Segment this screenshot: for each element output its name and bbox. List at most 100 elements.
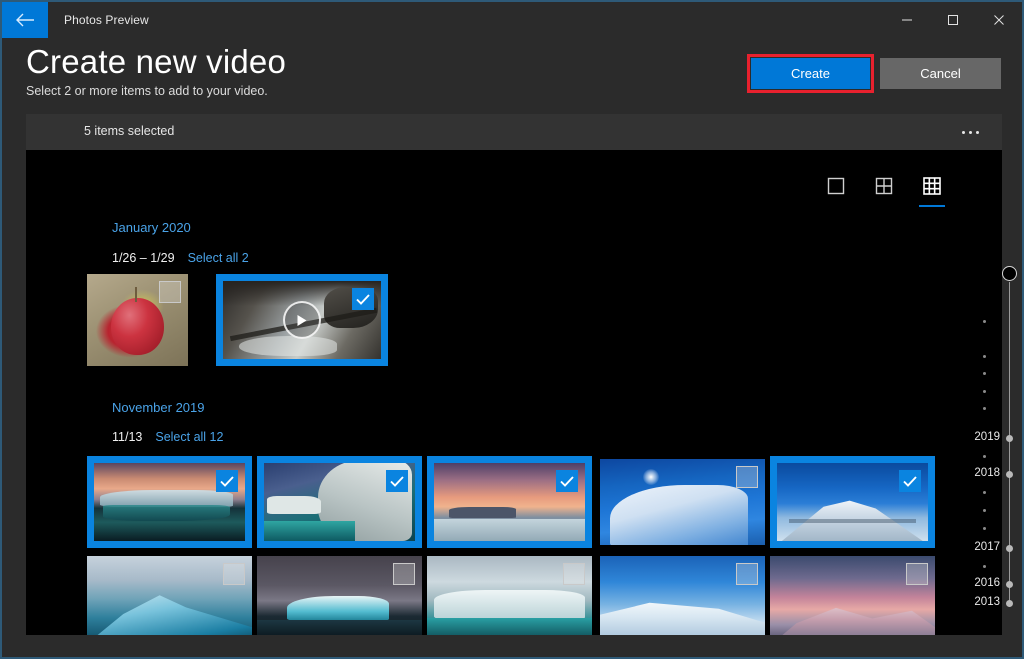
selection-checkbox[interactable] (386, 470, 408, 492)
app-title: Photos Preview (64, 13, 149, 27)
minimize-icon (902, 19, 912, 21)
play-icon (297, 314, 307, 326)
timeline-tick (983, 372, 986, 375)
view-toggle-large[interactable] (820, 170, 852, 202)
section-daterow-november-2019: 11/13 Select all 12 (112, 430, 223, 444)
selection-checkbox[interactable] (906, 563, 928, 585)
page-subtitle: Select 2 or more items to add to your vi… (26, 84, 268, 98)
section-daterow-january-2020: 1/26 – 1/29 Select all 2 (112, 251, 249, 265)
photo-thumbnail[interactable] (600, 459, 765, 545)
checkmark-icon (220, 475, 234, 487)
minimize-button[interactable] (884, 2, 930, 38)
thumbnail-image (427, 556, 592, 635)
thumbnail-image (600, 556, 765, 635)
photo-thumbnail[interactable] (600, 556, 765, 635)
timeline-tick (983, 407, 986, 410)
view-toggle-small[interactable] (916, 170, 948, 207)
photo-thumbnail[interactable] (770, 456, 935, 548)
more-options-button[interactable] (952, 114, 988, 150)
photo-thumbnail[interactable] (87, 274, 188, 366)
selection-checkbox[interactable] (159, 281, 181, 303)
back-button[interactable] (2, 2, 48, 38)
selection-count-label: 5 items selected (84, 124, 175, 138)
timeline-tick (983, 320, 986, 323)
section-header-january-2020[interactable]: January 2020 (112, 220, 191, 235)
selection-bar: 5 items selected (26, 114, 1002, 150)
timeline-track (1009, 282, 1010, 607)
cancel-button[interactable]: Cancel (880, 58, 1001, 89)
back-arrow-icon (16, 13, 34, 27)
thumbnail-image (264, 463, 415, 541)
timeline-tick (983, 509, 986, 512)
select-all-link-january[interactable]: Select all 2 (188, 251, 249, 265)
thumbnail-image (87, 274, 188, 366)
thumbnail-image (87, 556, 252, 635)
thumbnail-image (770, 556, 935, 635)
thumbnail-image (94, 463, 245, 541)
photo-thumbnail[interactable] (257, 556, 422, 635)
play-button-overlay[interactable] (283, 301, 321, 339)
photo-thumbnail[interactable] (770, 556, 935, 635)
create-button[interactable]: Create (751, 58, 870, 89)
timeline-year-label[interactable]: 2016 (974, 577, 1000, 589)
timeline-year-dot (1006, 545, 1013, 552)
checkmark-icon (356, 293, 370, 305)
timeline-year-label[interactable]: 2017 (974, 541, 1000, 553)
selection-checkbox[interactable] (223, 563, 245, 585)
selection-checkbox[interactable] (736, 563, 758, 585)
timeline-year-label[interactable]: 2019 (974, 431, 1000, 443)
view-toggle-medium[interactable] (868, 170, 900, 202)
section-header-november-2019[interactable]: November 2019 (112, 400, 205, 415)
timeline-year-dot (1006, 581, 1013, 588)
window-controls (884, 2, 1022, 38)
timeline-year-dot (1006, 600, 1013, 607)
photo-thumbnail[interactable] (257, 456, 422, 548)
page-header: Create new video Select 2 or more items … (2, 38, 1022, 114)
photo-thumbnail[interactable] (87, 556, 252, 635)
timeline-tick (983, 355, 986, 358)
video-thumbnail[interactable] (216, 274, 388, 366)
selection-checkbox[interactable] (556, 470, 578, 492)
active-view-indicator (919, 205, 945, 207)
close-button[interactable] (976, 2, 1022, 38)
timeline-scrollbar[interactable]: 2019 2018 2017 2016 2013 (974, 150, 1022, 635)
timeline-year-label[interactable]: 2018 (974, 467, 1000, 479)
maximize-icon (948, 15, 958, 25)
timeline-tick (983, 565, 986, 568)
ellipsis-icon (961, 130, 979, 134)
timeline-year-label[interactable]: 2013 (974, 596, 1000, 608)
maximize-button[interactable] (930, 2, 976, 38)
thumbnail-image (600, 459, 765, 545)
selection-checkbox[interactable] (563, 563, 585, 585)
timeline-tick (983, 527, 986, 530)
medium-grid-icon (875, 177, 893, 195)
checkmark-icon (390, 475, 404, 487)
thumbnail-image (434, 463, 585, 541)
selection-checkbox[interactable] (899, 470, 921, 492)
selection-checkbox[interactable] (216, 470, 238, 492)
single-square-icon (827, 177, 845, 195)
selection-checkbox[interactable] (352, 288, 374, 310)
checkmark-icon (560, 475, 574, 487)
thumbnail-image (257, 556, 422, 635)
select-all-link-november[interactable]: Select all 12 (155, 430, 223, 444)
timeline-year-dot (1006, 435, 1013, 442)
timeline-year-dot (1006, 471, 1013, 478)
thumbnail-image (223, 281, 381, 359)
page-title: Create new video (26, 43, 287, 80)
timeline-handle-icon[interactable] (1002, 266, 1017, 281)
selection-checkbox[interactable] (736, 466, 758, 488)
title-bar: Photos Preview (2, 2, 1022, 38)
photo-thumbnail[interactable] (87, 456, 252, 548)
date-range-label: 11/13 (112, 430, 143, 444)
photos-preview-window: Photos Preview Create new video Select 2… (0, 0, 1024, 659)
photo-thumbnail[interactable] (427, 556, 592, 635)
photo-gallery: January 2020 1/26 – 1/29 Select all 2 No… (26, 150, 1002, 635)
timeline-tick (983, 455, 986, 458)
timeline-tick (983, 491, 986, 494)
photo-thumbnail[interactable] (427, 456, 592, 548)
checkmark-icon (903, 475, 917, 487)
selection-checkbox[interactable] (393, 563, 415, 585)
date-range-label: 1/26 – 1/29 (112, 251, 175, 265)
timeline-tick (983, 390, 986, 393)
